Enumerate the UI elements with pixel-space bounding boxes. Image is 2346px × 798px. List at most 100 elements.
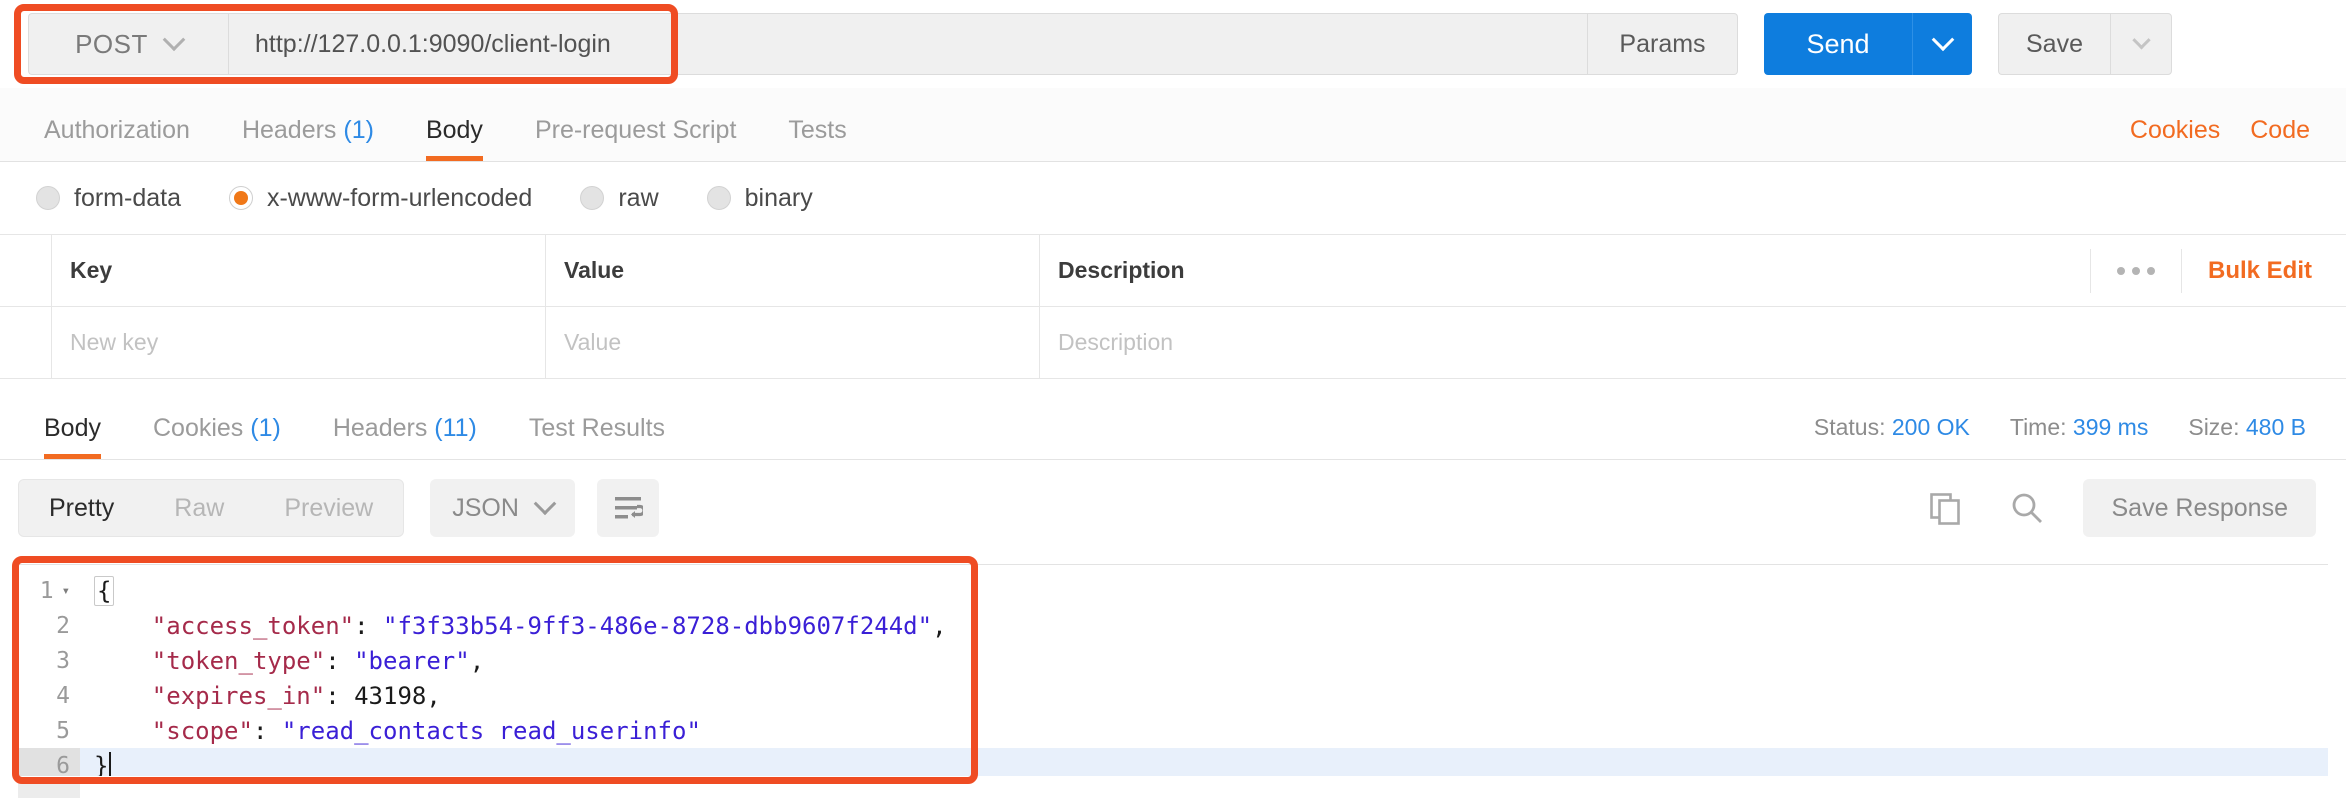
- line-number: 3: [56, 647, 70, 674]
- column-header-description-label: Description: [1058, 257, 1185, 283]
- save-options-button[interactable]: [2110, 13, 2172, 75]
- line-number: 2: [56, 612, 70, 639]
- save-response-button[interactable]: Save Response: [2083, 479, 2316, 537]
- body-type-form-data[interactable]: form-data: [36, 184, 181, 213]
- request-url-input[interactable]: http://127.0.0.1:9090/client-login: [228, 13, 1588, 75]
- radio-selected-icon: [228, 186, 253, 210]
- tab-authorization[interactable]: Authorization: [18, 116, 216, 161]
- code-token-pun: {: [94, 575, 115, 606]
- http-method-select[interactable]: POST: [28, 13, 228, 75]
- status-value: 200 OK: [1891, 414, 1970, 440]
- size-value: 480 B: [2245, 414, 2306, 440]
- response-tab-headers[interactable]: Headers (11): [307, 414, 503, 459]
- chevron-down-icon: [162, 28, 186, 52]
- body-type-raw[interactable]: raw: [580, 183, 659, 213]
- view-mode-pretty[interactable]: Pretty: [19, 480, 144, 536]
- chevron-down-icon: [533, 492, 557, 516]
- new-description-input[interactable]: Description: [1040, 307, 2346, 378]
- code-line: "token_type": "bearer",: [80, 643, 2328, 678]
- response-toolbar: Pretty Raw Preview JSON Save Response: [0, 460, 2346, 556]
- code-line: }: [80, 748, 2328, 776]
- send-options-button[interactable]: [1912, 13, 1972, 75]
- code-token-pun: :: [325, 646, 355, 675]
- response-format-label: JSON: [452, 493, 519, 522]
- select-all-checkbox-cell: [0, 235, 52, 306]
- radio-label: x-www-form-urlencoded: [266, 183, 533, 212]
- response-meta: Status: 200 OK Time: 399 ms Size: 480 B: [1814, 414, 2346, 459]
- params-button[interactable]: Params: [1588, 13, 1738, 75]
- editor-gutter-footer: [18, 776, 80, 798]
- request-tabs-actions: Cookies Code: [2130, 116, 2346, 161]
- response-tabs: Body Cookies (1) Headers (11) Test Resul…: [0, 384, 2346, 460]
- request-url-value: http://127.0.0.1:9090/client-login: [255, 29, 611, 58]
- word-wrap-icon: [614, 497, 643, 519]
- code-token-pun: ,: [469, 646, 485, 675]
- send-button[interactable]: Send: [1764, 13, 1912, 75]
- method-url-group: POST http://127.0.0.1:9090/client-login …: [28, 13, 1738, 75]
- chevron-down-icon: [2131, 30, 2151, 49]
- column-header-value: Value: [546, 235, 1040, 306]
- code-link[interactable]: Code: [2250, 116, 2310, 145]
- code-token-pun: ,: [932, 611, 947, 640]
- tab-label: Body: [425, 116, 483, 144]
- search-icon[interactable]: [2001, 482, 2053, 534]
- code-line: "access_token": "f3f33b54-9ff3-486e-8728…: [80, 608, 2328, 643]
- more-options-icon[interactable]: [2089, 248, 2181, 293]
- editor-code-area[interactable]: { "access_token": "f3f33b54-9ff3-486e-87…: [80, 565, 2328, 776]
- radio-icon: [580, 186, 605, 210]
- new-value-input[interactable]: Value: [546, 307, 1040, 378]
- radio-icon: [36, 186, 60, 210]
- send-button-group: Send: [1764, 13, 1972, 75]
- response-tab-body[interactable]: Body: [18, 414, 127, 459]
- table-header-row: Key Value Description Bulk Edit: [0, 235, 2346, 307]
- http-method-label: POST: [75, 28, 148, 59]
- code-token-key: "token_type": [94, 646, 326, 675]
- tab-label: Headers: [241, 116, 337, 144]
- word-wrap-button[interactable]: [596, 479, 659, 537]
- tab-tests[interactable]: Tests: [762, 116, 872, 161]
- column-header-key: Key: [52, 235, 546, 306]
- body-type-radio-group: form-data x-www-form-urlencoded raw bina…: [0, 162, 2346, 234]
- code-token-pun: :: [252, 716, 282, 745]
- tab-label: Body: [44, 414, 101, 442]
- editor-bottom-divider: [0, 776, 2346, 777]
- tab-count-badge: (1): [250, 414, 281, 442]
- view-mode-raw[interactable]: Raw: [144, 480, 254, 536]
- code-token-num: 43198: [354, 681, 427, 710]
- postman-window: POST http://127.0.0.1:9090/client-login …: [0, 0, 2346, 798]
- radio-label: raw: [618, 183, 659, 212]
- tab-label: Headers: [332, 414, 428, 442]
- tab-body[interactable]: Body: [400, 116, 509, 161]
- code-token-str: "bearer": [354, 646, 470, 675]
- response-format-select[interactable]: JSON: [430, 479, 575, 537]
- radio-label: binary: [744, 183, 813, 212]
- radio-icon: [706, 186, 731, 210]
- body-type-binary[interactable]: binary: [706, 183, 813, 213]
- response-tab-cookies[interactable]: Cookies (1): [127, 414, 307, 459]
- fold-toggle-icon[interactable]: ▾: [62, 583, 70, 599]
- radio-label: form-data: [74, 183, 181, 212]
- view-mode-preview[interactable]: Preview: [254, 480, 403, 536]
- tab-label: Tests: [788, 116, 847, 144]
- response-toolbar-actions: Save Response: [1919, 479, 2316, 537]
- body-type-x-www-form-urlencoded[interactable]: x-www-form-urlencoded: [228, 183, 533, 213]
- code-token-pun: }: [94, 751, 109, 777]
- line-number: 1 ▾: [39, 577, 70, 604]
- row-checkbox-cell[interactable]: [0, 307, 52, 378]
- code-token-key: "expires_in": [94, 681, 326, 710]
- bulk-edit-link[interactable]: Bulk Edit: [2180, 248, 2346, 293]
- code-token-pun: :: [325, 681, 355, 710]
- copy-icon[interactable]: [1919, 482, 1971, 534]
- line-number: 4: [56, 682, 70, 709]
- response-tab-test-results[interactable]: Test Results: [503, 414, 691, 459]
- tab-pre-request-script[interactable]: Pre-request Script: [509, 116, 762, 161]
- tab-label: Pre-request Script: [534, 116, 737, 144]
- save-button[interactable]: Save: [1998, 13, 2110, 75]
- tab-headers[interactable]: Headers (1): [216, 116, 400, 161]
- cookies-link[interactable]: Cookies: [2130, 116, 2220, 145]
- tab-label: Test Results: [528, 414, 666, 442]
- status-badge: Status: 200 OK: [1814, 414, 1970, 441]
- tab-count-badge: (11): [434, 414, 477, 442]
- new-key-input[interactable]: New key: [52, 307, 546, 378]
- response-body-editor[interactable]: 1 ▾ 2 3 4 5 6 { "access_token": "f3f33b54-9ff3…: [18, 564, 2328, 776]
